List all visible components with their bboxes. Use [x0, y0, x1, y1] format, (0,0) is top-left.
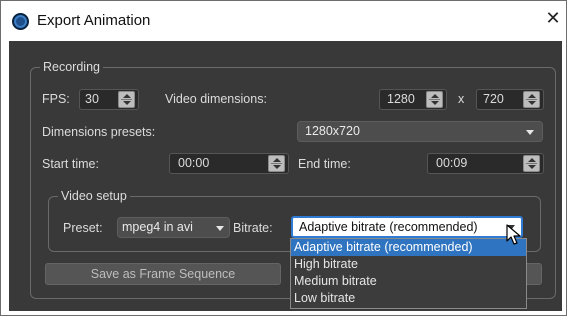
app-logo-icon [12, 13, 29, 30]
fps-stepper[interactable] [118, 91, 135, 108]
spin-up-icon[interactable] [528, 94, 536, 98]
dimension-separator: x [458, 92, 465, 106]
bitrate-option-medium[interactable]: Medium bitrate [291, 273, 526, 290]
bitrate-option-adaptive[interactable]: Adaptive bitrate (recommended) [291, 239, 526, 256]
spin-divider [271, 163, 282, 164]
spin-down-icon[interactable] [123, 101, 131, 105]
spin-down-icon[interactable] [528, 165, 536, 169]
start-time-label: Start time: [42, 157, 99, 171]
recording-group-title: Recording [40, 60, 103, 74]
dimensions-presets-value: 1280x720 [305, 124, 360, 138]
spin-up-icon[interactable] [123, 94, 131, 98]
window-title: Export Animation [37, 12, 151, 29]
start-time-spinbox[interactable]: 00:00 [169, 153, 289, 174]
save-frame-sequence-button[interactable]: Save as Frame Sequence [45, 263, 281, 285]
start-time-stepper[interactable] [268, 155, 285, 172]
spin-up-icon[interactable] [273, 158, 281, 162]
spin-down-icon[interactable] [431, 101, 439, 105]
fps-spinbox[interactable]: 30 [79, 89, 139, 110]
height-value: 720 [483, 92, 504, 106]
height-stepper[interactable] [523, 91, 540, 108]
title-bar: Export Animation ✕ [1, 1, 566, 41]
save-frame-sequence-label: Save as Frame Sequence [90, 267, 236, 281]
end-time-stepper[interactable] [523, 155, 540, 172]
end-time-value: 00:09 [436, 156, 468, 170]
bitrate-option-high[interactable]: High bitrate [291, 256, 526, 273]
spin-down-icon[interactable] [273, 165, 281, 169]
video-dimensions-label: Video dimensions: [165, 92, 267, 106]
chevron-down-icon[interactable] [526, 130, 534, 135]
spin-down-icon[interactable] [528, 101, 536, 105]
close-icon[interactable]: ✕ [542, 8, 564, 30]
chevron-down-icon[interactable] [216, 226, 224, 231]
bitrate-value: Adaptive bitrate (recommended) [299, 220, 478, 234]
end-time-label: End time: [298, 157, 351, 171]
dialog-body: Recording FPS: 30 Video dimensions: 1280… [9, 41, 562, 311]
bitrate-option-low[interactable]: Low bitrate [291, 290, 526, 307]
height-spinbox[interactable]: 720 [476, 89, 544, 110]
end-time-spinbox[interactable]: 00:09 [427, 153, 544, 174]
width-value: 1280 [387, 92, 415, 106]
preset-value: mpeg4 in avi [122, 220, 193, 234]
preset-dropdown[interactable]: mpeg4 in avi [117, 217, 230, 238]
spin-divider [526, 163, 537, 164]
start-time-value: 00:00 [178, 156, 210, 170]
bitrate-options-list: Adaptive bitrate (recommended) High bitr… [290, 238, 527, 309]
bitrate-label: Bitrate: [233, 221, 273, 235]
spin-divider [526, 99, 537, 100]
width-stepper[interactable] [426, 91, 443, 108]
preset-label: Preset: [63, 221, 103, 235]
bitrate-dropdown[interactable]: Adaptive bitrate (recommended) [291, 216, 523, 238]
dimensions-presets-label: Dimensions presets: [42, 125, 156, 139]
export-animation-dialog: Export Animation ✕ Recording FPS: 30 Vid… [0, 0, 567, 316]
dimensions-presets-dropdown[interactable]: 1280x720 [297, 121, 543, 142]
video-setup-group-title: Video setup [58, 189, 130, 203]
fps-label: FPS: [42, 92, 70, 106]
mouse-cursor-icon [506, 224, 521, 245]
fps-value: 30 [85, 92, 99, 106]
spin-up-icon[interactable] [528, 158, 536, 162]
width-spinbox[interactable]: 1280 [379, 89, 447, 110]
spin-up-icon[interactable] [431, 94, 439, 98]
spin-divider [121, 99, 132, 100]
spin-divider [429, 99, 440, 100]
